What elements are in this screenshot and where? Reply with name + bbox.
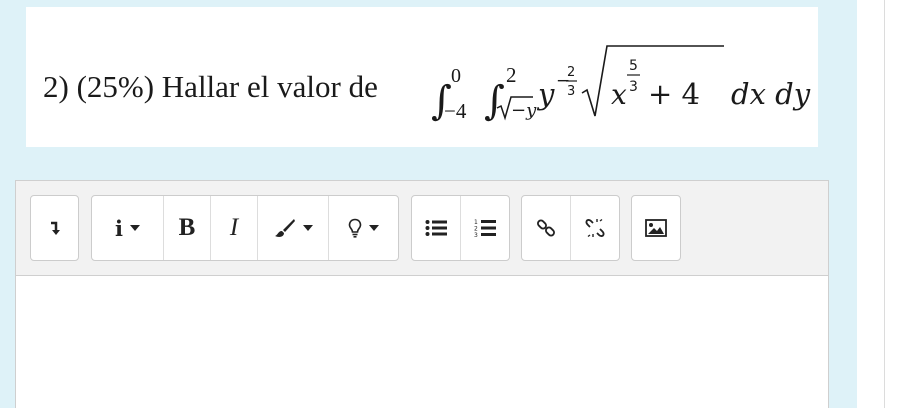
bold-icon: B: [178, 214, 196, 241]
toggle-toolbar-button[interactable]: [31, 196, 78, 260]
inner-integral-sign: ∫: [484, 78, 505, 124]
radicand-exponent-numerator: 5: [629, 58, 638, 74]
bullet-list-button[interactable]: [412, 196, 460, 260]
radicand-tail: + 4: [648, 77, 700, 111]
radicand-exponent-denominator: 3: [629, 79, 638, 95]
bullet-list-icon: [425, 220, 447, 236]
italic-button[interactable]: I: [210, 196, 257, 260]
image-icon: [645, 219, 667, 237]
svg-text:3: 3: [474, 232, 478, 238]
link-icon: [537, 219, 555, 237]
radicand-base: x: [611, 78, 627, 111]
editor-toolbar: i B I 1 2 3: [16, 181, 828, 276]
right-divider: [884, 0, 885, 408]
integrand-base: y: [536, 77, 555, 111]
integral-expression: ∫ 0 −4 ∫ 2 −y y − 2 3 x 5 3 + 4 dx dy: [431, 45, 811, 124]
chevron-down-icon: [302, 225, 313, 231]
unlink-button[interactable]: [570, 196, 619, 260]
chevron-down-icon: [369, 225, 379, 231]
info-icon: i: [115, 215, 123, 241]
link-button[interactable]: [522, 196, 570, 260]
unlink-icon: [585, 218, 605, 238]
toggle-toolbar-icon: [50, 221, 60, 235]
info-button[interactable]: i: [92, 196, 163, 260]
differentials: dx dy: [731, 77, 811, 111]
editor-content-area[interactable]: [16, 276, 828, 408]
question-panel: 2) (25%) Hallar el valor de ∫ 0 −4 ∫ 2 −…: [0, 0, 857, 408]
toolbar-group-format: i B I: [91, 195, 399, 261]
lightbulb-icon: [348, 218, 362, 238]
text-color-button[interactable]: [257, 196, 328, 260]
answer-editor: i B I 1 2 3: [15, 180, 829, 408]
inner-upper-limit: 2: [506, 63, 517, 87]
outer-upper-limit: 0: [451, 65, 461, 87]
numbered-list-icon: 1 2 3: [474, 219, 496, 238]
paintbrush-icon: [274, 219, 295, 237]
accessibility-button[interactable]: [328, 196, 398, 260]
question-prefix: 2) (25%) Hallar el valor de: [43, 69, 378, 104]
chevron-down-icon: [129, 225, 140, 231]
outer-lower-limit: −4: [444, 99, 467, 123]
toolbar-group-toggle: [30, 195, 79, 261]
toolbar-group-links: [521, 195, 620, 261]
toolbar-group-lists: 1 2 3: [411, 195, 510, 261]
insert-image-button[interactable]: [632, 196, 680, 260]
question-text-box: 2) (25%) Hallar el valor de ∫ 0 −4 ∫ 2 −…: [26, 7, 818, 147]
toolbar-group-media: [631, 195, 681, 261]
exponent-numerator: 2: [567, 65, 575, 80]
numbered-list-button[interactable]: 1 2 3: [460, 196, 509, 260]
exponent-denominator: 3: [567, 84, 575, 99]
italic-icon: I: [229, 214, 239, 241]
inner-lower-limit-radicand: −y: [511, 100, 537, 121]
bold-button[interactable]: B: [163, 196, 210, 260]
page: 2) (25%) Hallar el valor de ∫ 0 −4 ∫ 2 −…: [0, 0, 911, 408]
